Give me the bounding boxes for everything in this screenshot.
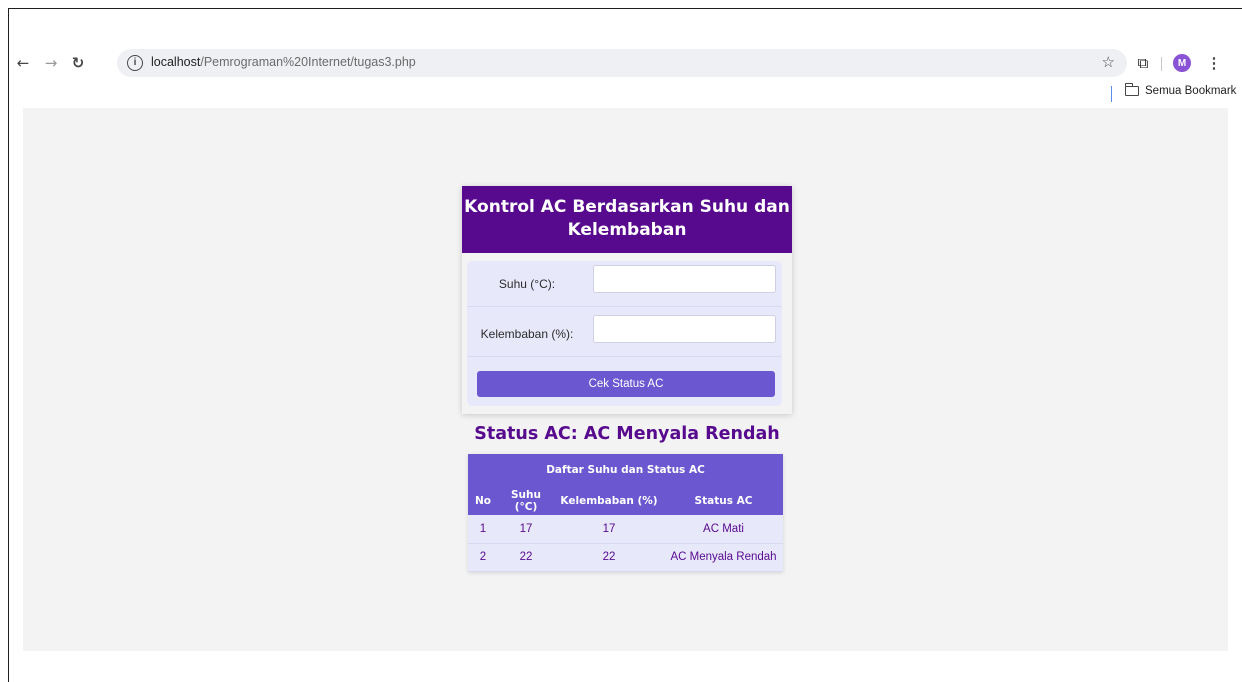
address-bar[interactable]: i localhost/Pemrograman%20Internet/tugas… <box>117 49 1127 77</box>
ac-status-table: Daftar Suhu dan Status AC No Suhu (°C) K… <box>468 454 783 572</box>
suhu-label: Suhu (°C): <box>498 277 556 291</box>
bookmark-folder-all[interactable]: Semua Bookmark <box>1124 83 1237 97</box>
cell-suhu: 17 <box>498 515 554 544</box>
extensions-puzzle-icon[interactable]: ⧉ <box>1131 51 1155 75</box>
suhu-input[interactable] <box>593 265 776 293</box>
bookmarks-separator <box>1111 86 1112 102</box>
back-icon[interactable]: ← <box>11 51 35 75</box>
browser-window: ← → ↻ i localhost/Pemrograman%20Internet… <box>8 8 1242 682</box>
card-title: Kontrol AC Berdasarkan Suhu dan Kelembab… <box>462 186 792 253</box>
kelembaban-input[interactable] <box>593 315 776 343</box>
table-row: 1 17 17 AC Mati <box>468 515 783 544</box>
table-header-row: No Suhu (°C) Kelembaban (%) Status AC <box>468 487 783 515</box>
forward-icon[interactable]: → <box>39 51 63 75</box>
bookmark-star-icon[interactable]: ☆ <box>1102 53 1115 71</box>
cell-status: AC Menyala Rendah <box>664 543 783 572</box>
ac-form: Suhu (°C): Kelembaban (%): Cek Status AC <box>467 261 782 406</box>
url-text[interactable]: localhost/Pemrograman%20Internet/tugas3.… <box>151 55 416 69</box>
bookmark-folder-label: Semua Bookmark <box>1145 85 1237 97</box>
url-path: /Pemrograman%20Internet/tugas3.php <box>200 55 416 69</box>
profile-avatar[interactable]: M <box>1173 54 1191 72</box>
kebab-menu-icon[interactable]: ⋮ <box>1204 51 1224 75</box>
site-info-icon[interactable]: i <box>127 55 143 71</box>
cell-kelembaban: 22 <box>554 543 664 572</box>
page-viewport: Kontrol AC Berdasarkan Suhu dan Kelembab… <box>23 108 1228 651</box>
cell-status: AC Mati <box>664 515 783 544</box>
cek-status-button[interactable]: Cek Status AC <box>477 371 775 397</box>
reload-icon[interactable]: ↻ <box>66 51 90 75</box>
toolbar-separator <box>1161 57 1162 71</box>
kelembaban-label: Kelembaban (%): <box>480 327 574 341</box>
header-kelembaban: Kelembaban (%) <box>554 487 664 515</box>
ac-table-wrapper: Daftar Suhu dan Status AC No Suhu (°C) K… <box>468 454 783 572</box>
folder-icon <box>1124 83 1139 96</box>
cell-no: 1 <box>468 515 498 544</box>
status-ac-heading: Status AC: AC Menyala Rendah <box>474 424 780 444</box>
cell-no: 2 <box>468 543 498 572</box>
table-caption: Daftar Suhu dan Status AC <box>468 454 783 487</box>
suhu-row: Suhu (°C): <box>467 261 782 307</box>
cell-kelembaban: 17 <box>554 515 664 544</box>
table-row: 2 22 22 AC Menyala Rendah <box>468 543 783 572</box>
cell-suhu: 22 <box>498 543 554 572</box>
url-host: localhost <box>151 55 201 69</box>
bookmarks-bar: Semua Bookmark <box>9 83 1242 105</box>
browser-toolbar: ← → ↻ i localhost/Pemrograman%20Internet… <box>9 47 1242 79</box>
header-suhu: Suhu (°C) <box>498 487 554 515</box>
header-no: No <box>468 487 498 515</box>
kelembaban-row: Kelembaban (%): <box>467 311 782 357</box>
ac-control-card: Kontrol AC Berdasarkan Suhu dan Kelembab… <box>462 186 792 414</box>
header-status: Status AC <box>664 487 783 515</box>
